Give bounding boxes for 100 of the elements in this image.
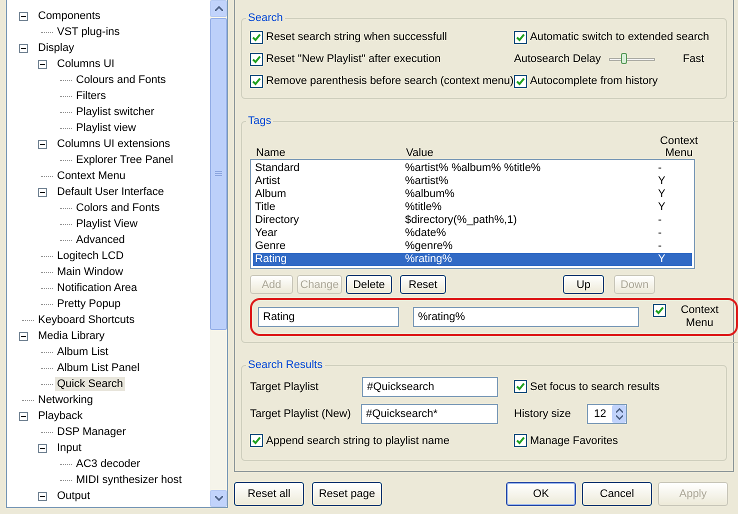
tree-item[interactable]: Default User Interface <box>55 185 166 199</box>
tree-item[interactable]: Playlist switcher <box>74 105 156 119</box>
tree-item[interactable]: Media Library <box>36 329 107 343</box>
tree-item[interactable]: Playlist View <box>74 217 140 231</box>
collapse-icon[interactable] <box>38 60 47 68</box>
list-button[interactable]: Up <box>563 275 604 294</box>
tree-item[interactable]: Main Window <box>55 265 126 279</box>
checkbox[interactable] <box>514 74 527 88</box>
delay-slider[interactable] <box>608 52 655 66</box>
tree-item[interactable]: Columns UI extensions <box>55 137 172 151</box>
tree-item[interactable]: Album List <box>55 345 110 359</box>
collapse-icon[interactable] <box>19 332 28 340</box>
scroll-up-icon <box>214 6 222 11</box>
scroll-down-button[interactable] <box>210 490 227 507</box>
collapse-icon[interactable] <box>38 188 47 196</box>
list-button[interactable]: Reset <box>400 275 446 294</box>
checkbox-label: Reset search string when successfull <box>266 31 447 43</box>
checkmark-icon <box>252 436 261 445</box>
tree-item[interactable]: AC3 decoder <box>74 457 142 471</box>
tree-item[interactable]: Networking <box>36 393 96 407</box>
column-header: Name <box>256 147 286 159</box>
tree-item[interactable]: Components <box>36 9 102 23</box>
checkbox[interactable] <box>250 52 263 66</box>
checkmark-icon <box>252 32 261 42</box>
tree-item[interactable]: Output <box>55 489 92 503</box>
checkbox[interactable] <box>514 380 527 393</box>
list-row[interactable]: Album %album% Y <box>253 188 692 201</box>
history-size-spinner[interactable]: 12 <box>587 404 627 424</box>
footer-button[interactable]: Reset page <box>312 482 382 506</box>
checkmark-icon <box>655 306 664 315</box>
tree-item[interactable]: Album List Panel <box>55 361 142 375</box>
tree-item[interactable]: Columns UI <box>55 57 116 71</box>
checkbox[interactable] <box>653 304 666 317</box>
tree-item[interactable]: Input <box>55 441 84 455</box>
list-cell-text: - <box>658 227 663 240</box>
tree-item[interactable]: Context Menu <box>55 169 128 183</box>
field-label: History size <box>514 408 572 420</box>
list-row[interactable]: Rating %rating% Y <box>253 253 692 266</box>
tree-item[interactable]: Explorer Tree Panel <box>74 153 176 167</box>
checkbox[interactable] <box>250 30 263 44</box>
list-cell-text: Genre <box>255 240 287 253</box>
target-playlist-field[interactable]: #Quicksearch <box>362 376 498 396</box>
checkbox-label: Append search string to playlist name <box>266 434 450 446</box>
tree-item[interactable]: MIDI synthesizer host <box>74 473 184 487</box>
list-cell-text: %rating% <box>405 253 454 266</box>
tree-item[interactable]: DSP Manager <box>55 425 128 439</box>
scrollbar[interactable] <box>210 0 227 507</box>
target-playlist-field[interactable]: #Quicksearch* <box>361 404 498 424</box>
list-row[interactable]: Year %date% - <box>253 227 692 240</box>
collapse-icon[interactable] <box>38 140 47 148</box>
footer-button[interactable]: Cancel <box>582 482 652 506</box>
list-row[interactable]: Directory $directory(%_path%,1) - <box>253 214 692 227</box>
list-row[interactable]: Standard %artist% %album% %title% - <box>253 162 692 175</box>
checkbox[interactable] <box>514 434 527 447</box>
spinner-value: 12 <box>594 408 606 420</box>
list-button[interactable]: Delete <box>346 275 392 294</box>
tag-value-field[interactable]: %rating% <box>413 307 640 327</box>
tree-item[interactable]: Keyboard Shortcuts <box>36 313 137 327</box>
scroll-thumb[interactable] <box>210 18 227 330</box>
tree-item[interactable]: Playback <box>36 409 85 423</box>
tree-item[interactable]: Advanced <box>74 233 127 247</box>
slider-label: Autosearch Delay <box>514 53 601 65</box>
tree-item[interactable]: Colors and Fonts <box>74 201 162 215</box>
tag-name-field[interactable]: Rating <box>258 307 399 327</box>
tree-item[interactable]: Notification Area <box>55 281 140 295</box>
tree-item[interactable]: Filters <box>74 89 108 103</box>
scroll-up-button[interactable] <box>210 0 227 17</box>
spin-buttons[interactable] <box>612 404 626 422</box>
tree-item[interactable]: Pretty Popup <box>55 297 123 311</box>
list-row[interactable]: Artist %artist% Y <box>253 175 692 188</box>
list-cell-text: %title% <box>405 201 443 214</box>
collapse-icon[interactable] <box>19 12 28 20</box>
tree-item[interactable]: Display <box>36 41 76 55</box>
collapse-icon[interactable] <box>38 492 47 500</box>
field-label: Target Playlist (New) <box>250 408 352 420</box>
checkbox[interactable] <box>514 30 527 44</box>
footer-button[interactable]: OK <box>506 482 576 506</box>
list-cell-text: - <box>658 240 663 253</box>
checkmark-icon <box>252 76 261 86</box>
checkbox-label: Manage Favorites <box>530 434 618 446</box>
list-cell-text: Album <box>255 188 288 201</box>
list-cell-text: Standard <box>255 162 301 175</box>
checkbox[interactable] <box>250 434 263 447</box>
list-row[interactable]: Genre %genre% - <box>253 240 692 253</box>
checkbox[interactable] <box>250 74 263 88</box>
list-cell-text: Artist <box>255 175 282 188</box>
tree-item[interactable]: Logitech LCD <box>55 249 126 263</box>
field-label: Target Playlist <box>250 380 320 392</box>
tree-item[interactable]: Colours and Fonts <box>74 73 168 87</box>
tree-item[interactable]: Playlist view <box>74 121 138 135</box>
tree-item[interactable]: Quick Search <box>55 377 126 391</box>
tree-item[interactable]: VST plug-ins <box>55 25 122 39</box>
collapse-icon[interactable] <box>19 44 28 52</box>
footer-button[interactable]: Reset all <box>234 482 304 506</box>
scroll-down-icon <box>214 496 222 501</box>
list-row[interactable]: Title %title% Y <box>253 201 692 214</box>
slider-thumb[interactable] <box>620 53 627 64</box>
collapse-icon[interactable] <box>19 412 28 420</box>
collapse-icon[interactable] <box>38 444 47 452</box>
group-title: Search Results <box>247 359 324 371</box>
